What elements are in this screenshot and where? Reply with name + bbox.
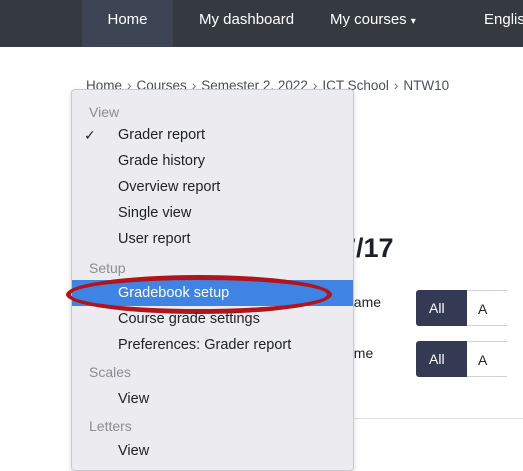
menu-item-label: Gradebook setup xyxy=(118,285,230,301)
menu-item-gradebook-setup[interactable]: Gradebook setup xyxy=(66,275,353,314)
menu-item-grade-history[interactable]: Grade history xyxy=(72,148,353,174)
menu-item-label: Grader report xyxy=(118,127,206,143)
menu-item-scales-view[interactable]: View xyxy=(72,386,353,412)
menu-item-user-report[interactable]: User report xyxy=(72,226,353,252)
nav-home-link[interactable]: Home xyxy=(82,0,173,47)
divider xyxy=(350,418,523,419)
nav-my-courses-menu[interactable]: My courses ▾ xyxy=(330,0,416,47)
menu-item-overview-report[interactable]: Overview report xyxy=(72,174,353,200)
menu-item-label: Overview report xyxy=(118,179,221,195)
dropdown-group-view: View xyxy=(89,104,120,120)
menu-item-letters-view[interactable]: View xyxy=(72,438,353,464)
menu-item-course-grade-settings[interactable]: Course grade settings xyxy=(72,306,353,332)
nav-my-courses-label: My courses xyxy=(330,11,407,28)
menu-item-label: View xyxy=(118,443,150,459)
menu-item-label: Preferences: Grader report xyxy=(118,337,292,353)
menu-item-label: Single view xyxy=(118,205,192,221)
menu-item-label: User report xyxy=(118,231,191,247)
last-name-filter-group: All A xyxy=(416,341,507,377)
filter-all-button[interactable]: All xyxy=(416,341,467,377)
dropdown-group-letters: Letters xyxy=(89,418,132,434)
breadcrumb-item[interactable]: NTW10 xyxy=(403,78,449,93)
filter-all-button[interactable]: All xyxy=(416,290,467,326)
nav-dashboard-link[interactable]: My dashboard xyxy=(199,0,294,47)
filter-letter-a-button[interactable]: A xyxy=(467,341,507,377)
chevron-down-icon: ▾ xyxy=(410,16,416,27)
dropdown-group-setup: Setup xyxy=(89,260,126,276)
menu-item-label: View xyxy=(118,391,150,407)
filter-letter-a-button[interactable]: A xyxy=(467,290,507,326)
menu-item-single-view[interactable]: Single view xyxy=(72,200,353,226)
top-navbar: Home My dashboard My courses▾ English xyxy=(0,0,523,47)
gradebook-navigation-dropdown: View ✓ Grader report Grade history Overv… xyxy=(66,89,354,471)
breadcrumb-separator: › xyxy=(393,78,399,93)
nav-language-menu[interactable]: English xyxy=(484,0,523,47)
menu-item-grader-report[interactable]: ✓ Grader report xyxy=(72,122,353,148)
menu-item-preferences-grader-report[interactable]: Preferences: Grader report xyxy=(72,332,353,358)
dropdown-group-scales: Scales xyxy=(89,364,132,380)
menu-item-label: Grade history xyxy=(118,153,206,169)
menu-item-label: Course grade settings xyxy=(118,311,260,327)
first-name-filter-group: All A xyxy=(416,290,507,326)
checkmark-icon: ✓ xyxy=(84,127,96,143)
